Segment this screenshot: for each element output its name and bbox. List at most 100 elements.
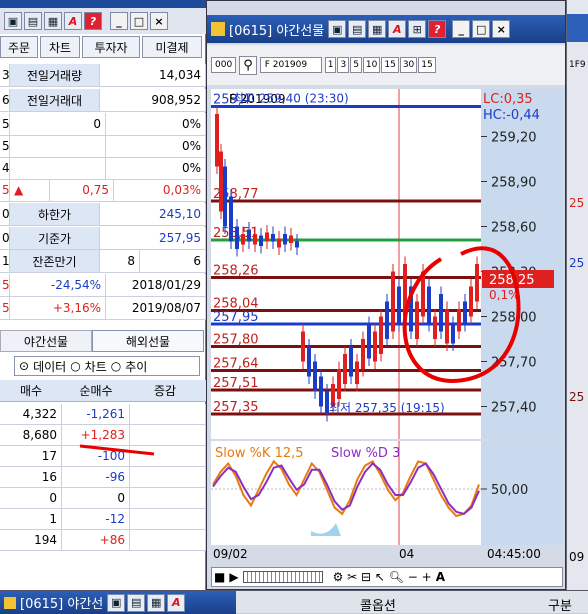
- table-header: 매수 순매수 증감: [0, 380, 206, 402]
- interval-select[interactable]: 000: [211, 57, 237, 73]
- font-icon[interactable]: A: [64, 12, 82, 30]
- tab-order[interactable]: 주문: [0, 36, 38, 58]
- cell-net-buy: -1,261: [62, 404, 130, 424]
- row-mid: [10, 135, 106, 157]
- minimize-button[interactable]: _: [452, 20, 471, 38]
- print-icon[interactable]: ▦: [44, 12, 62, 30]
- period-chip[interactable]: 10: [362, 57, 381, 73]
- row-mid: 8: [100, 250, 140, 272]
- row-mark: 0: [0, 227, 10, 249]
- cell-change: [130, 488, 206, 508]
- text-button[interactable]: A: [436, 570, 445, 584]
- period-chips: 1 3 5 10 15 30 15: [324, 57, 436, 73]
- candle-body: [451, 324, 455, 344]
- candle-body: [235, 226, 239, 249]
- maximize-button[interactable]: □: [472, 20, 491, 38]
- tab-overseas-futures[interactable]: 해외선물: [92, 330, 204, 352]
- candle-body: [301, 331, 305, 362]
- info-row: 5 0 0%: [0, 113, 206, 136]
- window-icon[interactable]: ▣: [4, 12, 22, 30]
- maximize-button[interactable]: □: [130, 12, 148, 30]
- row-mark: 3: [0, 64, 10, 86]
- cell-buy: 0: [0, 488, 62, 508]
- info-row: 6 전일거래대 908,952: [0, 89, 206, 112]
- candle-body: [241, 234, 245, 245]
- tab-chart[interactable]: 차트: [40, 36, 80, 58]
- candle-body: [367, 324, 371, 359]
- tools-icon[interactable]: ⚙ ✂ ⊟ ↖ 🔍︎ − +: [333, 570, 432, 584]
- close-button[interactable]: ×: [150, 12, 168, 30]
- bottom-window-title: [0615] 야간선 ▣ ▤ ▦ A: [0, 591, 236, 614]
- candle-body: [475, 264, 479, 302]
- left-tabs: 주문 차트 투자자 미결제: [0, 36, 206, 60]
- minimize-button[interactable]: _: [110, 12, 128, 30]
- period-chip[interactable]: 30: [399, 57, 418, 73]
- row-mark: 5: [0, 274, 10, 296]
- row-value: 908,952: [100, 89, 206, 111]
- row-value: 14,034: [100, 64, 206, 86]
- x-label-start: 09/02: [213, 547, 248, 561]
- period-chip[interactable]: 15: [418, 57, 436, 73]
- radio-chart-label: 차트: [84, 359, 107, 374]
- candle-body: [457, 309, 461, 332]
- candle-body: [307, 346, 311, 377]
- font-icon[interactable]: A: [388, 20, 407, 38]
- tab-investor[interactable]: 투자자: [82, 36, 140, 58]
- candle-body: [259, 235, 263, 246]
- left-window: ▣ ▤ ▦ A ? _ □ × 주문 차트 투자자 미결제 3 전일거래량 14,0…: [0, 0, 206, 613]
- candle-body: [247, 229, 251, 242]
- info-row: 5 -24,54% 2018/01/29: [0, 274, 206, 297]
- print-icon[interactable]: ▦: [368, 20, 387, 38]
- close-button[interactable]: ×: [492, 20, 511, 38]
- font-icon[interactable]: A: [167, 593, 186, 612]
- copy-icon[interactable]: ▤: [127, 593, 146, 612]
- row-right: 0%: [106, 157, 206, 179]
- right-label-1: 1F9: [569, 60, 586, 70]
- chart-window: [0615] 야간선물 ▣ ▤ ▦ A ⊞ ? _ □ × 000 ⚲ F 20…: [206, 0, 566, 590]
- x-label-mid: 04: [399, 547, 415, 561]
- zoom-slider[interactable]: [242, 571, 323, 583]
- window-icon[interactable]: ▣: [107, 593, 126, 612]
- stop-button[interactable]: ■: [214, 570, 225, 584]
- ytick-label: 258,90: [491, 176, 537, 191]
- category-label: 구분: [548, 599, 572, 614]
- period-chip[interactable]: 5: [350, 57, 362, 73]
- row-label: 잔존만기: [10, 250, 100, 272]
- radio-data-icon[interactable]: ⊙: [19, 359, 29, 373]
- row-mark: 1: [0, 250, 10, 272]
- stochastic-chart: Slow %K 12,5 Slow %D 3 50,00: [211, 441, 563, 545]
- copy-icon[interactable]: ▤: [348, 20, 367, 38]
- row-value: 245,10: [100, 203, 206, 225]
- row-right: 0,03%: [114, 179, 206, 201]
- right-edge-top: [567, 14, 588, 42]
- row-mark: 0: [0, 203, 10, 225]
- level-label: 257,64: [213, 357, 259, 372]
- tab-night-futures[interactable]: 야간선물: [0, 330, 92, 352]
- right-label-3: 25: [569, 256, 585, 270]
- radio-trend-icon[interactable]: ○: [111, 359, 121, 373]
- period-chip[interactable]: 15: [381, 57, 399, 73]
- help-icon[interactable]: ?: [428, 20, 447, 38]
- up-arrow-icon: ▲: [10, 179, 50, 201]
- copy-icon[interactable]: ▤: [24, 12, 42, 30]
- row-mid: -24,54%: [10, 274, 106, 296]
- right-label-5: 09: [569, 550, 585, 564]
- play-button[interactable]: ▶: [229, 570, 238, 584]
- bottom-title-text: [0615] 야간선: [20, 597, 104, 612]
- slow-d-label: Slow %D 3: [331, 446, 400, 461]
- grid-icon[interactable]: ⊞: [408, 20, 427, 38]
- search-icon[interactable]: ⚲: [239, 55, 257, 75]
- cell-buy: 194: [0, 530, 62, 550]
- window-icon[interactable]: ▣: [328, 20, 347, 38]
- help-icon[interactable]: ?: [84, 12, 102, 30]
- price-chart: 259,4258,77258,51258,26258,04257,95257,8…: [211, 89, 563, 439]
- row-value: 2019/08/07: [106, 297, 206, 319]
- period-chip[interactable]: 1: [324, 57, 337, 73]
- code-field[interactable]: F 201909: [259, 57, 322, 73]
- radio-chart-icon[interactable]: ○: [70, 359, 80, 373]
- x-axis: 09/02 04 04:45:00: [211, 545, 563, 565]
- print-icon[interactable]: ▦: [147, 593, 166, 612]
- row-mid: +3,16%: [10, 297, 106, 319]
- tab-open-interest[interactable]: 미결제: [142, 36, 202, 58]
- period-chip[interactable]: 3: [337, 57, 350, 73]
